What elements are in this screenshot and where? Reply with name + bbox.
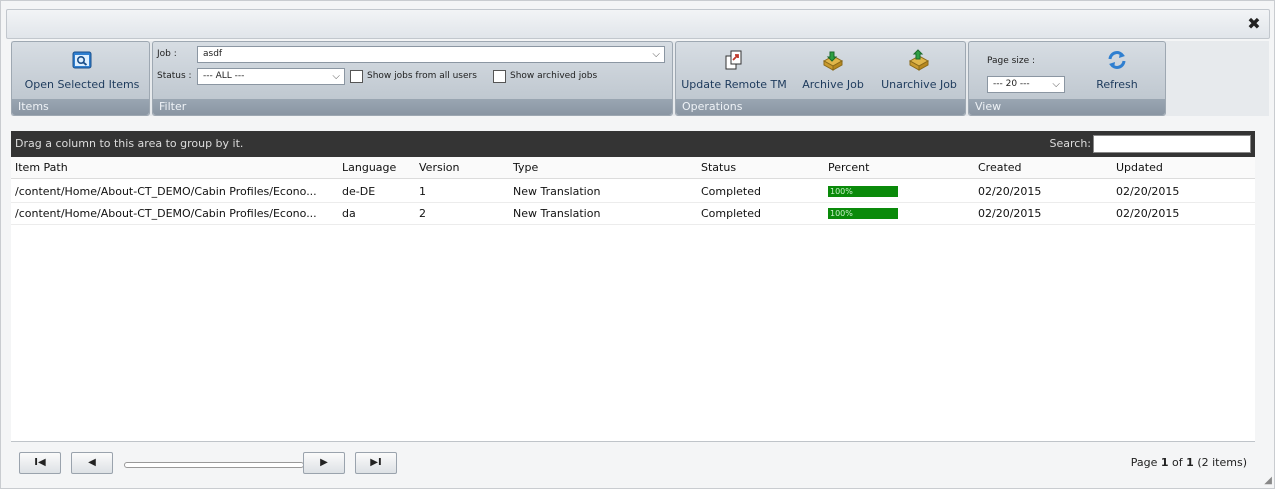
type-cell: New Translation (513, 185, 601, 198)
show-archived-label: Show archived jobs (510, 71, 598, 81)
type-cell: New Translation (513, 207, 601, 220)
unarchive-job-button[interactable]: Unarchive Job (876, 48, 962, 91)
version-cell: 1 (419, 185, 426, 198)
chevron-down-icon: ⌵ (652, 49, 660, 60)
status-cell: Completed (701, 185, 761, 198)
ribbon-toolbar: Open Selected Items Items Job : asdf ⌵ S… (11, 41, 1269, 116)
job-label: Job : (157, 49, 177, 59)
archive-box-icon (822, 51, 844, 71)
language-cell: de-DE (342, 185, 376, 198)
translation-jobs-window: ✖ Open Selected Items Items Job : asdf ⌵ (0, 0, 1275, 489)
view-group-footer: View (969, 99, 1165, 115)
item-path-cell: /content/Home/About-CT_DEMO/Cabin Profil… (15, 207, 317, 220)
view-group: Page size : --- 20 --- ⌵ Refresh View (968, 41, 1166, 116)
open-selected-items-button[interactable]: Open Selected Items (20, 48, 144, 91)
update-document-icon (725, 50, 742, 70)
refresh-button[interactable]: Refresh (1087, 48, 1147, 91)
update-remote-tm-button[interactable]: Update Remote TM (680, 48, 788, 91)
unarchive-job-label: Unarchive Job (881, 78, 957, 91)
page-info-prefix: Page (1130, 456, 1161, 469)
items-group-footer: Items (12, 99, 149, 115)
updated-cell: 02/20/2015 (1116, 207, 1180, 220)
table-row[interactable]: /content/Home/About-CT_DEMO/Cabin Profil… (11, 203, 1255, 225)
created-cell: 02/20/2015 (978, 207, 1042, 220)
status-select-value: --- ALL --- (203, 71, 245, 81)
first-page-button[interactable]: I◀ (19, 452, 61, 474)
language-cell: da (342, 207, 356, 220)
column-header-created[interactable]: Created (978, 157, 1022, 179)
status-label: Status : (157, 71, 192, 81)
show-archived-checkbox[interactable] (493, 70, 506, 83)
page-info-of: of (1168, 456, 1187, 469)
column-header-language[interactable]: Language (342, 157, 396, 179)
filter-group: Job : asdf ⌵ Status : --- ALL --- ⌵ Show… (152, 41, 673, 116)
progress-bar: 100% (828, 208, 898, 219)
search-label: Search: (1049, 137, 1092, 150)
refresh-icon (1108, 51, 1126, 69)
total-pages: 1 (1186, 456, 1194, 469)
chevron-down-icon: ⌵ (1052, 79, 1060, 90)
refresh-label: Refresh (1096, 78, 1138, 91)
unarchive-box-icon (908, 49, 930, 71)
update-remote-tm-label: Update Remote TM (681, 78, 787, 91)
show-all-users-label: Show jobs from all users (367, 71, 477, 81)
status-select[interactable]: --- ALL --- ⌵ (197, 68, 345, 85)
filter-group-footer: Filter (153, 99, 672, 115)
group-by-hint: Drag a column to this area to group by i… (15, 137, 244, 150)
job-select-value: asdf (203, 49, 223, 59)
group-by-drop-area[interactable]: Drag a column to this area to group by i… (11, 131, 1255, 157)
search-input[interactable] (1093, 135, 1251, 153)
previous-page-button[interactable]: ◀ (71, 452, 113, 474)
created-cell: 02/20/2015 (978, 185, 1042, 198)
open-selected-items-label: Open Selected Items (24, 78, 140, 91)
window-titlebar: ✖ (6, 9, 1270, 39)
updated-cell: 02/20/2015 (1116, 185, 1180, 198)
current-page: 1 (1160, 456, 1169, 469)
chevron-down-icon: ⌵ (332, 71, 340, 82)
show-all-users-checkbox[interactable] (350, 70, 363, 83)
column-header-type[interactable]: Type (513, 157, 538, 179)
page-info: Page 1 of 1 (2 items) (1131, 456, 1247, 469)
archive-job-label: Archive Job (802, 78, 864, 91)
table-row[interactable]: /content/Home/About-CT_DEMO/Cabin Profil… (11, 181, 1255, 203)
items-group: Open Selected Items Items (11, 41, 150, 116)
page-size-label: Page size : (987, 56, 1035, 66)
job-select[interactable]: asdf ⌵ (197, 46, 665, 63)
jobs-grid: Drag a column to this area to group by i… (11, 131, 1255, 476)
column-header-percent[interactable]: Percent (828, 157, 869, 179)
operations-group-footer: Operations (676, 99, 965, 115)
column-header-updated[interactable]: Updated (1116, 157, 1163, 179)
page-size-value: --- 20 --- (993, 79, 1030, 89)
column-header-version[interactable]: Version (419, 157, 459, 179)
column-header-item-path[interactable]: Item Path (15, 157, 68, 179)
last-page-button[interactable]: ▶I (355, 452, 397, 474)
resize-grip-icon[interactable]: ◢ (1264, 475, 1272, 486)
progress-bar: 100% (828, 186, 898, 197)
operations-group: Update Remote TM Archive Job Unarchive J… (675, 41, 966, 116)
status-cell: Completed (701, 207, 761, 220)
version-cell: 2 (419, 207, 426, 220)
close-button[interactable]: ✖ (1245, 15, 1263, 33)
next-page-button[interactable]: ▶ (303, 452, 345, 474)
item-count: (2 items) (1193, 456, 1247, 469)
column-header-status[interactable]: Status (701, 157, 736, 179)
archive-job-button[interactable]: Archive Job (796, 48, 870, 91)
grid-header-row: Item Path Language Version Type Status P… (11, 157, 1255, 179)
magnifier-window-icon (72, 51, 92, 69)
page-slider[interactable] (124, 462, 304, 468)
item-path-cell: /content/Home/About-CT_DEMO/Cabin Profil… (15, 185, 317, 198)
page-size-select[interactable]: --- 20 --- ⌵ (987, 76, 1065, 93)
pager-bar: I◀ ◀ ▶ ▶I Page 1 of 1 (2 items) (11, 441, 1255, 476)
